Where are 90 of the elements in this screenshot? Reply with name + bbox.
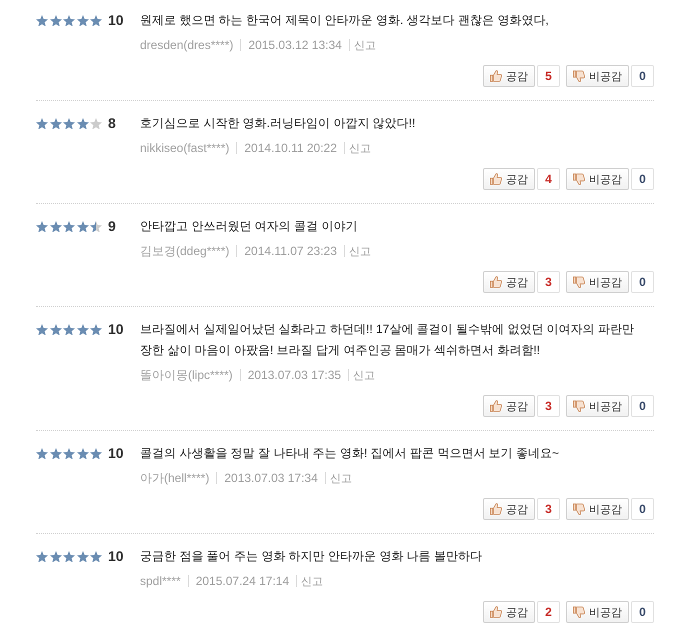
like-button[interactable]: 공감	[483, 271, 535, 293]
dislike-count: 0	[631, 271, 654, 293]
review-text: 브라질에서 실제일어났던 실화라고 하던데!! 17살에 콜걸이 될수밖에 없었던 이여자의 파란만장한 삶이 마음이 아팠음! 브라질 답게 여주인공 몸매가 섹쉬하면서 화려함!!	[140, 321, 636, 359]
dislike-count: 0	[631, 65, 654, 87]
review-date: 2013.07.03 17:34	[224, 471, 318, 485]
thumbs-down-icon	[573, 276, 585, 288]
thumbs-up-icon	[490, 400, 502, 412]
review-date: 2015.07.24 17:14	[196, 574, 290, 588]
star-icon	[63, 220, 75, 232]
thumbs-up-icon	[490, 606, 502, 618]
like-button[interactable]: 공감	[483, 498, 535, 520]
rating-score: 8	[108, 114, 116, 133]
star-icon	[36, 118, 48, 130]
star-icon	[36, 14, 48, 26]
star-icon	[36, 324, 48, 336]
thumbs-down-icon	[573, 606, 585, 618]
like-count: 5	[537, 65, 560, 87]
review-date: 2015.03.12 13:34	[248, 38, 342, 52]
star-icon	[63, 550, 75, 562]
dislike-count: 0	[631, 601, 654, 623]
star-icon	[36, 448, 48, 460]
rating-score: 10	[108, 320, 124, 339]
star-icon	[36, 550, 48, 562]
star-icon	[90, 550, 102, 562]
dislike-button[interactable]: 비공감	[566, 271, 629, 293]
thumbs-up-icon	[490, 503, 502, 515]
rating-score: 10	[108, 444, 124, 463]
review-text: 호기심으로 시작한 영화.러닝타임이 아깝지 않았다!!	[140, 115, 416, 132]
review-date: 2013.07.03 17:35	[248, 368, 342, 382]
star-icon	[50, 118, 62, 130]
dislike-button[interactable]: 비공감	[566, 395, 629, 417]
author-name: nikkiseo(fast****)	[140, 141, 230, 155]
author-name: 아가(hell****)	[140, 470, 210, 486]
thumbs-down-icon	[573, 173, 585, 185]
like-count: 2	[537, 601, 560, 623]
star-icon	[63, 14, 75, 26]
like-count: 3	[537, 271, 560, 293]
star-icon	[90, 324, 102, 336]
thumbs-down-icon	[573, 400, 585, 412]
author-name: spdl****	[140, 574, 181, 588]
star-icon	[50, 14, 62, 26]
review-text: 원제로 했으면 하는 한국어 제목이 안타까운 영화. 생각보다 괜찮은 영화였다,	[140, 12, 550, 29]
star-icon	[76, 118, 88, 130]
star-icon	[90, 220, 102, 232]
author-name: dresden(dres****)	[140, 38, 234, 52]
thumbs-down-icon	[573, 70, 585, 82]
thumbs-up-icon	[490, 276, 502, 288]
review-date: 2014.10.11 20:22	[244, 141, 337, 155]
star-icon	[76, 448, 88, 460]
dislike-count: 0	[631, 395, 654, 417]
like-count: 3	[537, 498, 560, 520]
rating-score: 10	[108, 547, 124, 566]
thumbs-up-icon	[490, 70, 502, 82]
star-icon	[63, 448, 75, 460]
author-name: 똘아이몽(lipc****)	[140, 366, 233, 384]
star-icon	[63, 324, 75, 336]
rating-score: 10	[108, 11, 124, 30]
review-text: 안타깝고 안쓰러웠던 여자의 콜걸 이야기	[140, 218, 358, 235]
dislike-button[interactable]: 비공감	[566, 65, 629, 87]
dislike-button[interactable]: 비공감	[566, 601, 629, 623]
review-text: 콜걸의 사생활을 정말 잘 나타내 주는 영화! 집에서 팝콘 먹으면서 보기 좋네요~	[140, 445, 560, 462]
star-icon	[76, 324, 88, 336]
star-icon	[50, 324, 62, 336]
author-name: 김보경(ddeg****)	[140, 242, 230, 260]
like-button[interactable]: 공감	[483, 395, 535, 417]
rating-score: 9	[108, 217, 116, 236]
star-icon	[90, 118, 102, 130]
like-count: 3	[537, 395, 560, 417]
star-icon	[36, 220, 48, 232]
star-icon	[50, 448, 62, 460]
dislike-count: 0	[631, 168, 654, 190]
review-text: 궁금한 점을 풀어 주는 영화 하지만 안타까운 영화 나름 볼만하다	[140, 548, 484, 565]
dislike-button[interactable]: 비공감	[566, 168, 629, 190]
thumbs-up-icon	[490, 173, 502, 185]
review-date: 2014.11.07 23:23	[244, 244, 337, 258]
star-icon	[76, 220, 88, 232]
star-icon	[90, 448, 102, 460]
dislike-count: 0	[631, 498, 654, 520]
like-button[interactable]: 공감	[483, 168, 535, 190]
star-icon	[50, 220, 62, 232]
star-icon	[63, 118, 75, 130]
star-icon	[76, 550, 88, 562]
star-icon	[90, 14, 102, 26]
star-icon	[50, 550, 62, 562]
like-button[interactable]: 공감	[483, 601, 535, 623]
dislike-button[interactable]: 비공감	[566, 498, 629, 520]
like-count: 4	[537, 168, 560, 190]
like-button[interactable]: 공감	[483, 65, 535, 87]
thumbs-down-icon	[573, 503, 585, 515]
star-icon	[76, 14, 88, 26]
